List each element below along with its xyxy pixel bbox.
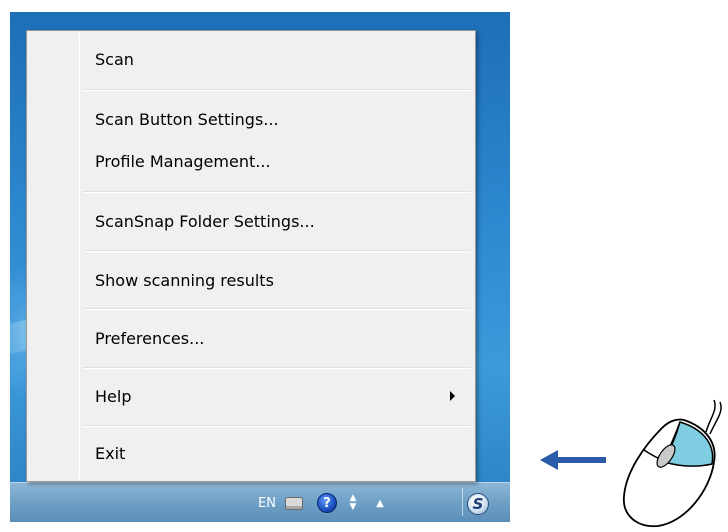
menu-item-label: ScanSnap Folder Settings...: [95, 211, 315, 231]
pointing-arrow-icon: [540, 450, 606, 470]
mouse-right-click-icon: [623, 399, 722, 528]
submenu-arrow-icon: [450, 391, 455, 401]
menu-item-label: Profile Management...: [95, 151, 271, 171]
menu-separator: [83, 250, 471, 252]
menu-item-scan[interactable]: Scan: [95, 45, 465, 73]
network-arrows-icon[interactable]: ▲ ▼: [346, 494, 360, 512]
menu-item-label: Exit: [95, 443, 126, 463]
menu-item-preferences[interactable]: Preferences...: [95, 324, 465, 352]
menu-item-label: Scan: [95, 49, 134, 69]
help-icon-glyph: ?: [317, 493, 337, 513]
menu-item-label: Show scanning results: [95, 270, 274, 290]
menu-item-help[interactable]: Help: [95, 382, 465, 410]
menu-separator: [83, 367, 471, 369]
menu-item-label: Scan Button Settings...: [95, 109, 279, 129]
language-indicator[interactable]: EN: [256, 494, 278, 512]
menu-separator: [83, 191, 471, 193]
help-icon[interactable]: ?: [316, 493, 338, 513]
menu-item-label: Preferences...: [95, 328, 205, 348]
menu-separator: [83, 89, 471, 91]
menu-item-scan-button-settings[interactable]: Scan Button Settings...: [95, 105, 465, 133]
menu-gutter: [79, 33, 80, 479]
menu-item-exit[interactable]: Exit: [95, 439, 465, 467]
language-label: EN: [258, 495, 276, 511]
scansnap-context-menu: Scan Scan Button Settings... Profile Man…: [26, 30, 476, 482]
show-hidden-icons-icon[interactable]: ▲: [372, 494, 388, 512]
scansnap-manager-icon[interactable]: S: [466, 492, 490, 516]
menu-separator: [83, 425, 471, 427]
menu-item-show-scanning-results[interactable]: Show scanning results: [95, 266, 465, 294]
menu-item-profile-management[interactable]: Profile Management...: [95, 147, 465, 175]
tray-divider: [462, 488, 463, 516]
keyboard-icon-shape: [285, 496, 303, 510]
keyboard-icon[interactable]: [284, 494, 304, 512]
menu-item-scansnap-folder-settings[interactable]: ScanSnap Folder Settings...: [95, 207, 465, 235]
menu-separator: [83, 308, 471, 310]
scansnap-glyph: S: [467, 493, 489, 515]
menu-item-label: Help: [95, 386, 132, 406]
